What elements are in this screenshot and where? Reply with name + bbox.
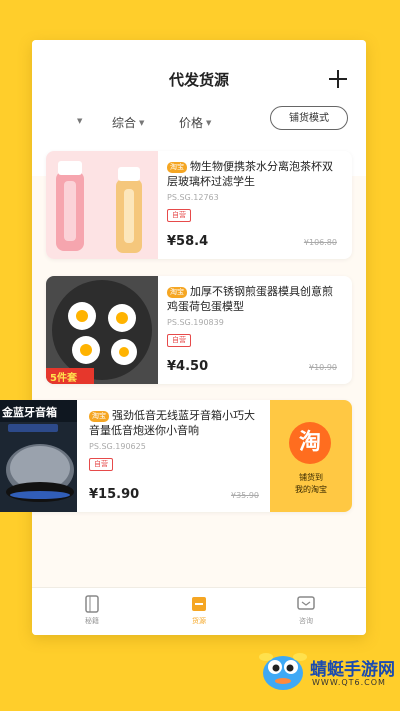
self-operated-tag: 自营 [167,209,191,222]
product-name: 淘宝 加厚不锈钢煎蛋器模具创意煎鸡蛋荷包蛋模型 [167,284,343,316]
product-image-tea-bottle[interactable] [46,151,158,259]
product-name: 淘宝 物生物便携茶水分离泡茶杯双层玻璃杯过滤学生 [167,159,343,191]
watermark-url: WWW.QT6.COM [312,678,386,687]
product-image-egg-mold[interactable]: 5件套 [46,276,158,384]
product-image-speaker[interactable]: 金蓝牙音箱 [0,400,77,512]
product-name: 淘宝 强劲低音无线蓝牙音箱小巧大音量低音炮迷你小音响 [89,408,265,440]
listing-mode-button[interactable]: 铺货模式 [270,106,348,130]
source-badge: 淘宝 [167,287,187,298]
book-icon [85,595,99,613]
product-sku: PS.SG.190839 [167,318,224,327]
filter-all-label: 综合 [112,116,137,130]
original-price: ¥10.90 [309,363,337,372]
taobao-action-line2: 我的淘宝 [295,485,327,494]
filter-dropdown-first[interactable]: ▼ [74,114,82,128]
filter-price[interactable]: 价格 ▼ [179,114,211,131]
original-price: ¥35.90 [231,491,259,500]
list-to-taobao-button[interactable]: 淘 铺货到 我的淘宝 [270,400,352,512]
self-operated-tag: 自营 [89,458,113,471]
tab-guide-label: 秘籍 [85,617,99,625]
product-card-swiped[interactable]: 淘宝 强劲低音无线蓝牙音箱小巧大音量低音炮迷你小音响 PS.SG.190625 自… [32,400,352,512]
filter-all[interactable]: 综合 ▼ [112,114,144,131]
image-banner-text: 金蓝牙音箱 [2,406,57,419]
product-name-text: 物生物便携茶水分离泡茶杯双层玻璃杯过滤学生 [167,160,333,188]
tab-source-label: 货源 [192,617,206,625]
watermark-name: 蜻蜓手游网 [310,660,395,680]
filter-price-label: 价格 [179,116,204,130]
product-price: ¥4.50 [167,359,209,374]
caret-down-icon: ▼ [206,119,212,127]
product-name-text: 强劲低音无线蓝牙音箱小巧大音量低音炮迷你小音响 [89,409,255,437]
product-card[interactable]: 淘宝 物生物便携茶水分离泡茶杯双层玻璃杯过滤学生 PS.SG.12763 自营 ¥… [46,151,352,259]
app-screen: 代发货源 ▼ 综合 ▼ 价格 ▼ 铺货模式 淘宝 物生物便携茶水分离泡茶杯双层玻… [32,40,366,635]
add-icon[interactable] [325,66,351,92]
tab-guide[interactable]: 秘籍 [62,594,122,626]
product-sku: PS.SG.12763 [167,193,219,202]
original-price: ¥106.80 [303,238,337,247]
product-info: 淘宝 加厚不锈钢煎蛋器模具创意煎鸡蛋荷包蛋模型 PS.SG.190839 自营 ¥… [167,284,343,380]
tab-source[interactable]: 货源 [169,594,229,626]
tab-consult[interactable]: 咨询 [276,594,336,626]
product-price: ¥15.90 [89,487,140,502]
source-badge: 淘宝 [89,411,109,422]
product-price: ¥58.4 [167,234,209,249]
taobao-icon: 淘 [289,422,331,464]
product-info: 淘宝 物生物便携茶水分离泡茶杯双层玻璃杯过滤学生 PS.SG.12763 自营 ¥… [167,159,343,255]
product-name-text: 加厚不锈钢煎蛋器模具创意煎鸡蛋荷包蛋模型 [167,285,333,313]
caret-down-icon: ▼ [77,117,83,125]
watermark-logo: 蜻蜓手游网 WWW.QT6.COM [258,645,398,695]
caret-down-icon: ▼ [139,119,145,127]
box-icon [192,597,206,611]
source-badge: 淘宝 [167,162,187,173]
self-operated-tag: 自营 [167,334,191,347]
image-banner-text: 5件套 [50,373,77,384]
tab-consult-label: 咨询 [299,617,313,625]
chat-icon [297,596,315,610]
taobao-action-label: 铺货到 我的淘宝 [270,472,352,496]
dragonfly-mascot-icon [259,653,307,690]
product-card[interactable]: 5件套 淘宝 加厚不锈钢煎蛋器模具创意煎鸡蛋荷包蛋模型 PS.SG.190839 … [46,276,352,384]
bottom-tab-bar: 秘籍 货源 咨询 [32,587,366,635]
page-title: 代发货源 [168,71,229,89]
taobao-action-line1: 铺货到 [299,473,323,482]
product-sku: PS.SG.190625 [89,442,146,451]
product-info: 淘宝 强劲低音无线蓝牙音箱小巧大音量低音炮迷你小音响 PS.SG.190625 自… [89,408,265,508]
